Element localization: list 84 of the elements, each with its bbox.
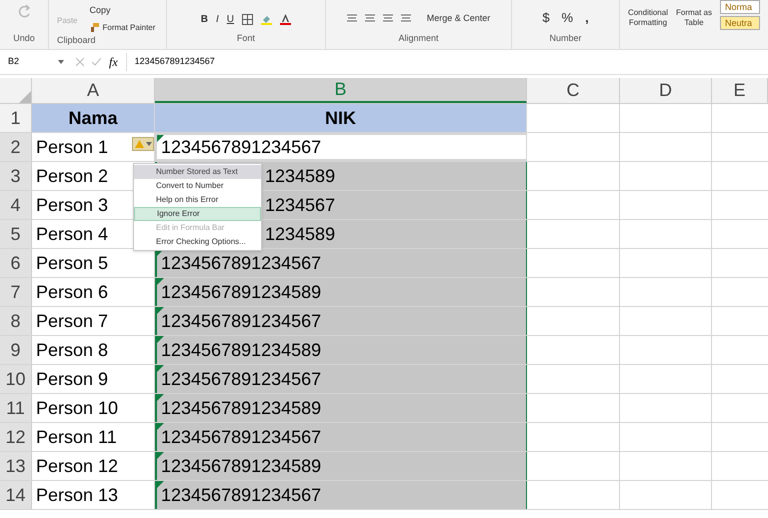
cell-text: Person 8 bbox=[36, 338, 108, 362]
row-header[interactable]: 11 bbox=[0, 394, 32, 422]
cell-text: Person 3 bbox=[36, 194, 108, 216]
cell-text: NIK bbox=[325, 106, 356, 130]
row-header[interactable]: 10 bbox=[0, 365, 32, 393]
group-label: Clipboard bbox=[57, 34, 97, 47]
cell-text: Person 6 bbox=[36, 280, 108, 304]
cell-text: Person 9 bbox=[36, 368, 108, 390]
row-header[interactable]: 1 bbox=[0, 104, 32, 132]
cell-text: 1234567891234567 bbox=[161, 136, 322, 158]
bold-button[interactable]: B bbox=[200, 12, 208, 27]
row-header[interactable]: 14 bbox=[0, 481, 32, 509]
column-header[interactable]: D bbox=[620, 78, 712, 103]
caret-icon bbox=[58, 60, 64, 64]
align-icon[interactable] bbox=[364, 14, 375, 24]
align-icon[interactable] bbox=[346, 14, 357, 24]
warning-icon bbox=[134, 140, 144, 148]
group-label: Font bbox=[236, 32, 255, 44]
group-label: Undo bbox=[13, 32, 35, 44]
menu-item[interactable]: Error Checking Options... bbox=[134, 235, 261, 249]
cell-text: Nama bbox=[68, 106, 118, 130]
cell-text: 1234589 bbox=[265, 164, 336, 188]
brush-icon bbox=[90, 23, 98, 32]
corner-triangle-icon bbox=[19, 91, 31, 103]
menu-item[interactable]: Help on this Error bbox=[134, 193, 261, 207]
group-label: Alignment bbox=[398, 32, 438, 45]
cell-text: Person 11 bbox=[36, 426, 117, 448]
row-header[interactable]: 4 bbox=[0, 191, 32, 219]
row-header[interactable]: 3 bbox=[0, 162, 32, 190]
caret-icon bbox=[146, 142, 152, 146]
copy-button[interactable]: Copy bbox=[90, 4, 156, 18]
cell-text: 1234567891234567 bbox=[161, 426, 322, 448]
cell-text: Person 10 bbox=[36, 396, 118, 420]
comma-button[interactable]: , bbox=[585, 8, 589, 28]
conditional-formatting-button[interactable]: Conditional Formatting bbox=[628, 8, 668, 49]
align-icon[interactable] bbox=[400, 14, 411, 24]
cell-text: 1234589 bbox=[265, 222, 336, 246]
cell-text: Person 5 bbox=[36, 252, 108, 274]
underline-button[interactable]: U bbox=[226, 12, 234, 27]
group-label: Number bbox=[550, 32, 582, 44]
menu-item[interactable]: Ignore Error bbox=[134, 207, 261, 221]
cell-text: 1234567891234567 bbox=[161, 252, 322, 274]
formula-field[interactable]: 1234567891234567 bbox=[126, 53, 764, 71]
menu-heading: Number Stored as Text bbox=[134, 165, 261, 179]
cell-text: 1234567891234567 bbox=[161, 484, 322, 506]
cell-text: 1234567891234589 bbox=[161, 338, 322, 362]
cell-text: 1234567891234589 bbox=[161, 454, 322, 478]
cell-text: 1234567891234567 bbox=[161, 368, 322, 390]
cell-text: Person 13 bbox=[36, 484, 118, 506]
cell-text: 1234567 bbox=[265, 194, 336, 216]
align-icon[interactable] bbox=[382, 14, 393, 24]
cell-text: 1234567891234589 bbox=[161, 396, 322, 420]
name-box[interactable]: B2 bbox=[4, 53, 68, 71]
row-header[interactable]: 6 bbox=[0, 249, 32, 277]
error-options-button[interactable] bbox=[132, 137, 154, 151]
row-header[interactable]: 12 bbox=[0, 423, 32, 451]
cell-text: Person 1 bbox=[36, 136, 108, 158]
fill-color-icon[interactable] bbox=[261, 14, 272, 25]
cell-style[interactable]: Neutra bbox=[720, 16, 760, 30]
row-header[interactable]: 2 bbox=[0, 133, 32, 161]
percent-button[interactable]: % bbox=[562, 8, 574, 28]
format-painter-button[interactable]: Format Painter bbox=[90, 22, 156, 34]
column-header[interactable]: C bbox=[527, 78, 620, 103]
row-header[interactable]: 13 bbox=[0, 452, 32, 480]
row-header[interactable]: 5 bbox=[0, 220, 32, 248]
cell-text: Person 2 bbox=[36, 164, 108, 188]
font-color-icon[interactable] bbox=[280, 14, 292, 25]
cell-text: Person 7 bbox=[36, 310, 108, 332]
cell-text: 1234567891234589 bbox=[161, 280, 322, 304]
row-header[interactable]: 8 bbox=[0, 307, 32, 335]
cell-text: Person 12 bbox=[36, 454, 118, 478]
row-header[interactable]: 7 bbox=[0, 278, 32, 306]
menu-item[interactable]: Convert to Number bbox=[134, 179, 261, 193]
borders-icon[interactable] bbox=[242, 14, 254, 25]
currency-button[interactable]: $ bbox=[542, 8, 550, 28]
italic-button[interactable]: I bbox=[216, 12, 219, 27]
column-header[interactable]: E bbox=[712, 78, 768, 103]
merge-center-button[interactable]: Merge & Center bbox=[426, 12, 490, 26]
cell-text: 1234567891234567 bbox=[161, 310, 322, 332]
row-header[interactable]: 9 bbox=[0, 336, 32, 364]
format-as-table-button[interactable]: Format as Table bbox=[676, 8, 712, 49]
insert-function-button[interactable]: fx bbox=[109, 53, 118, 71]
cell-text: Person 4 bbox=[36, 222, 108, 246]
cell-style[interactable]: Norma bbox=[720, 0, 760, 14]
